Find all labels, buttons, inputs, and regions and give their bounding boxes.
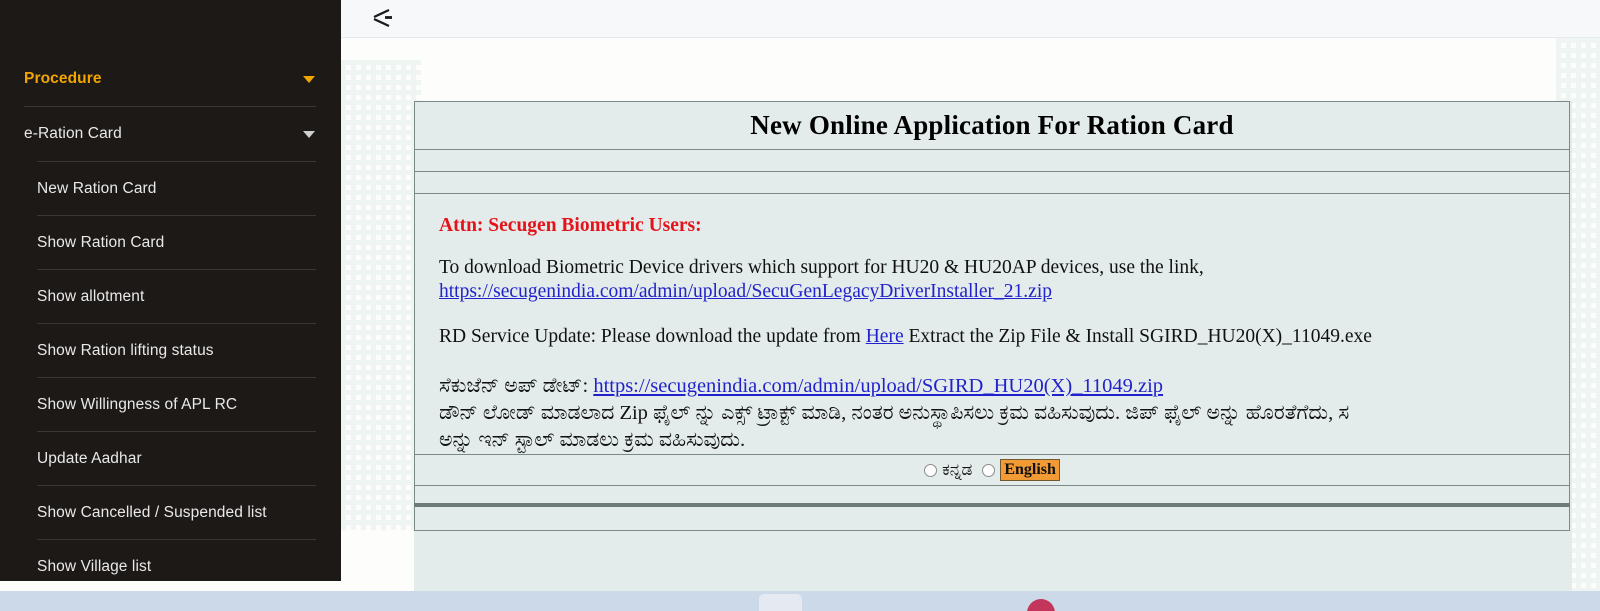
attention-heading: Attn: Secugen Biometric Users: [439, 215, 702, 236]
notice-block: Attn: Secugen Biometric Users: To downlo… [415, 194, 1569, 454]
sidebar-item-show-willingness-of-apl-rc[interactable]: Show Willingness of APL RC [0, 378, 341, 431]
spacer-cell [414, 485, 1570, 532]
table-row-language: ಕನ್ನಡ English [414, 454, 1570, 487]
main-content: New Online Application For Ration Card A… [341, 38, 1600, 591]
sidebar-item-label: New Ration Card [37, 179, 157, 197]
sidebar-item-label: Show Willingness of APL RC [37, 395, 238, 413]
table-row-notice: Attn: Secugen Biometric Users: To downlo… [414, 192, 1570, 456]
sidebar-navigation: Procedure e-Ration Card New Ration Card … [0, 0, 341, 581]
sidebar-item-label: Show allotment [37, 287, 145, 305]
driver-download-link-row: https://secugenindia.com/admin/upload/Se… [439, 282, 1569, 302]
sidebar-item-label: Show Village list [37, 557, 152, 575]
sidebar-item-show-ration-card[interactable]: Show Ration Card [0, 216, 341, 269]
sidebar-item-label: Show Cancelled / Suspended list [37, 503, 267, 521]
sidebar-item-show-village-list[interactable]: Show Village list [0, 540, 341, 581]
language-option-english[interactable]: English [982, 459, 1060, 482]
ration-card-form-panel: New Online Application For Ration Card A… [414, 101, 1572, 591]
language-option-kannada[interactable]: ಕನ್ನಡ [924, 460, 972, 480]
sidebar-item-show-allotment[interactable]: Show allotment [0, 270, 341, 323]
decorative-dot-pattern-left [341, 60, 421, 530]
rd-service-update-prefix: RD Service Update: Please download the u… [439, 325, 866, 347]
table-row-spacer-2 [414, 171, 1570, 194]
sidebar-group-procedure[interactable]: Procedure [0, 52, 341, 106]
radio-kannada[interactable] [924, 463, 938, 477]
language-option-kannada-label: ಕನ್ನಡ [942, 460, 973, 480]
sidebar-group-e-ration-card[interactable]: e-Ration Card [0, 107, 341, 161]
table-row-spacer-3 [414, 485, 1570, 532]
radio-english[interactable] [982, 463, 996, 477]
sidebar-item-update-aadhar[interactable]: Update Aadhar [0, 432, 341, 485]
language-option-english-label: English [1000, 459, 1060, 482]
kannada-instruction-line-1: ಡೌನ್ ಲೋಡ್ ಮಾಡಲಾದ Zip ಫೈಲ್ ನ್ನು ಎಕ್ಸ್ ಟ್ರ… [439, 402, 1350, 425]
sidebar-top-spacer [0, 0, 341, 52]
sidebar-item-show-cancelled-suspended-list[interactable]: Show Cancelled / Suspended list [0, 486, 341, 539]
here-link[interactable]: Here [866, 326, 904, 347]
table-row-title: New Online Application For Ration Card [414, 101, 1570, 150]
language-cell: ಕನ್ನಡ English [414, 454, 1570, 487]
sidebar-item-new-ration-card[interactable]: New Ration Card [0, 162, 341, 215]
chevron-down-icon [303, 75, 315, 83]
collapse-menu-icon[interactable] [367, 2, 401, 36]
table-row-spacer-1 [414, 149, 1570, 172]
spacer-cell [414, 149, 1570, 172]
top-bar [341, 0, 1600, 38]
kannada-instruction-line-2: ಅನ್ನು ಇನ್ ಸ್ಟಾಲ್ ಮಾಡಲು ಕ್ರಮ ವಹಿಸುವುದು. [439, 429, 746, 452]
secugen-update-kannada-row: ಸೆಕುಜೆನ್ ಅಪ್ ಡೇಟ್: https://secugenindia.… [439, 373, 1569, 400]
page-title: New Online Application For Ration Card [750, 110, 1234, 140]
secugen-legacy-driver-link[interactable]: https://secugenindia.com/admin/upload/Se… [439, 281, 1052, 302]
sidebar-group-procedure-label: Procedure [24, 70, 102, 87]
driver-download-text: To download Biometric Device drivers whi… [439, 256, 1204, 278]
notice-cell: Attn: Secugen Biometric Users: To downlo… [414, 192, 1570, 456]
sidebar-item-show-ration-lifting-status[interactable]: Show Ration lifting status [0, 324, 341, 377]
chevron-down-icon [303, 130, 315, 138]
secugen-update-kannada-prefix: ಸೆಕುಜೆನ್ ಅಪ್ ಡೇಟ್: [439, 375, 594, 397]
sidebar-item-label: Show Ration Card [37, 233, 165, 251]
title-cell: New Online Application For Ration Card [414, 101, 1570, 150]
rd-service-update-row: RD Service Update: Please download the u… [439, 325, 1569, 347]
bottom-tab-chip[interactable] [759, 594, 802, 611]
sidebar-item-label: Show Ration lifting status [37, 341, 214, 359]
rd-service-update-suffix: Extract the Zip File & Install SGIRD_HU2… [903, 325, 1372, 347]
app-window: Procedure e-Ration Card New Ration Card … [0, 0, 1600, 611]
language-selector: ಕನ್ನಡ English [415, 459, 1569, 482]
sidebar-group-e-ration-card-label: e-Ration Card [24, 125, 122, 142]
sgird-zip-link[interactable]: https://secugenindia.com/admin/upload/SG… [593, 375, 1163, 397]
spacer-cell [414, 171, 1570, 194]
panel-bottom-rule [414, 503, 1570, 507]
form-table: New Online Application For Ration Card A… [414, 101, 1570, 532]
sidebar-item-label: Update Aadhar [37, 449, 142, 467]
